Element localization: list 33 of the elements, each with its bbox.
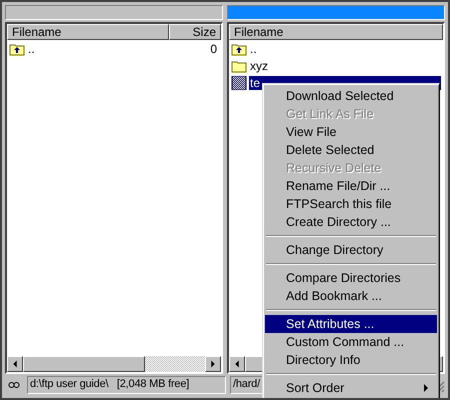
horizontal-scrollbar[interactable] — [7, 356, 221, 372]
menu-item[interactable]: Custom Command ... — [265, 333, 437, 351]
status-path: d:\ftp user guide\ [2,048 MB free] — [27, 376, 226, 394]
file-row[interactable]: xyz — [229, 57, 443, 74]
file-row[interactable]: .. — [229, 40, 443, 57]
menu-item[interactable]: Add Bookmark ... — [265, 287, 437, 305]
link-icon — [8, 381, 20, 389]
column-header[interactable]: Filename — [229, 24, 443, 40]
menu-item[interactable]: View File — [265, 123, 437, 141]
scroll-right-icon[interactable] — [205, 356, 221, 372]
folder-icon — [231, 58, 247, 72]
menu-item[interactable]: Rename File/Dir ... — [265, 177, 437, 195]
folder-up-icon — [9, 42, 25, 56]
column-header[interactable]: Size — [169, 24, 221, 40]
file-name: .. — [249, 42, 258, 56]
menu-item[interactable]: Compare Directories — [265, 269, 437, 287]
menu-item[interactable]: Set Attributes ... — [265, 315, 437, 333]
scroll-left-icon[interactable] — [7, 356, 23, 372]
folder-up-icon — [231, 42, 247, 56]
file-icon — [231, 76, 247, 90]
file-row[interactable]: .. 0 — [7, 40, 221, 57]
scrollbar-thumb[interactable] — [23, 356, 145, 372]
menu-item[interactable]: Create Directory ... — [265, 213, 437, 231]
menu-item[interactable]: Change Directory — [265, 241, 437, 259]
submenu-arrow-icon — [424, 384, 429, 392]
file-name: xyz — [249, 58, 269, 72]
column-header[interactable]: Filename — [7, 24, 169, 40]
menu-item[interactable]: Directory Info — [265, 351, 437, 369]
menu-item[interactable]: Delete Selected — [265, 141, 437, 159]
scroll-left-icon[interactable] — [229, 356, 245, 372]
menu-item[interactable]: FTPSearch this file — [265, 195, 437, 213]
file-size: 0 — [210, 42, 218, 56]
file-name: .. — [27, 42, 36, 56]
